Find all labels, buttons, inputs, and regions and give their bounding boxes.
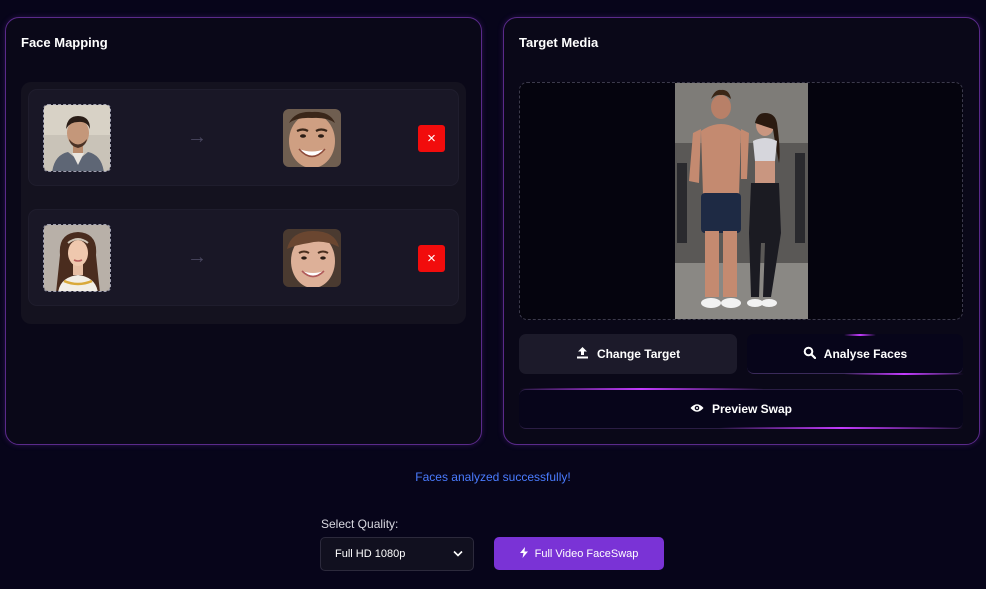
face-mapping-panel: Face Mapping → × → × bbox=[5, 17, 482, 445]
delete-mapping-button[interactable]: × bbox=[418, 125, 445, 152]
analyse-faces-button[interactable]: Analyse Faces bbox=[747, 334, 963, 374]
quality-select[interactable]: Full HD 1080p bbox=[320, 537, 474, 571]
preview-glow-bottom bbox=[719, 427, 964, 429]
target-face-image[interactable] bbox=[283, 109, 341, 167]
target-face-image[interactable] bbox=[283, 229, 341, 287]
chevron-down-icon bbox=[453, 548, 463, 560]
face-mapping-row: → × bbox=[28, 89, 459, 186]
status-message: Faces analyzed successfully! bbox=[415, 470, 571, 484]
delete-mapping-button[interactable]: × bbox=[418, 245, 445, 272]
upload-icon bbox=[576, 346, 589, 362]
preview-swap-label: Preview Swap bbox=[711, 402, 793, 416]
mapping-arrow: → bbox=[187, 246, 207, 268]
search-icon bbox=[803, 346, 816, 362]
full-video-faceswap-label: Full Video FaceSwap bbox=[534, 547, 639, 560]
source-face-image[interactable] bbox=[43, 224, 111, 292]
full-video-faceswap-button[interactable]: Full Video FaceSwap bbox=[494, 537, 664, 570]
preview-glow-top bbox=[519, 388, 764, 390]
change-target-button[interactable]: Change Target bbox=[519, 334, 737, 374]
mapping-arrow: → bbox=[187, 126, 207, 148]
analyse-glow-top bbox=[844, 334, 876, 336]
target-media-title: Target Media bbox=[519, 35, 599, 50]
face-mapping-list: → × → × bbox=[21, 82, 466, 324]
face-mapping-row: → × bbox=[28, 209, 459, 306]
target-media-dropzone[interactable] bbox=[519, 82, 963, 320]
close-icon: × bbox=[427, 130, 436, 147]
analyse-glow-bottom bbox=[844, 373, 964, 375]
bolt-icon bbox=[519, 546, 528, 561]
eye-icon bbox=[690, 402, 704, 416]
analyse-faces-label: Analyse Faces bbox=[823, 346, 908, 361]
preview-swap-button[interactable]: Preview Swap bbox=[519, 389, 963, 429]
quality-label: Select Quality: bbox=[321, 517, 399, 531]
target-media-image bbox=[675, 83, 808, 319]
source-face-image[interactable] bbox=[43, 104, 111, 172]
close-icon: × bbox=[427, 250, 436, 267]
change-target-label: Change Target bbox=[596, 347, 681, 361]
quality-selected-value: Full HD 1080p bbox=[335, 548, 406, 560]
target-media-panel: Target Media Change Target Analyse Faces… bbox=[503, 17, 980, 445]
face-mapping-title: Face Mapping bbox=[21, 35, 108, 50]
